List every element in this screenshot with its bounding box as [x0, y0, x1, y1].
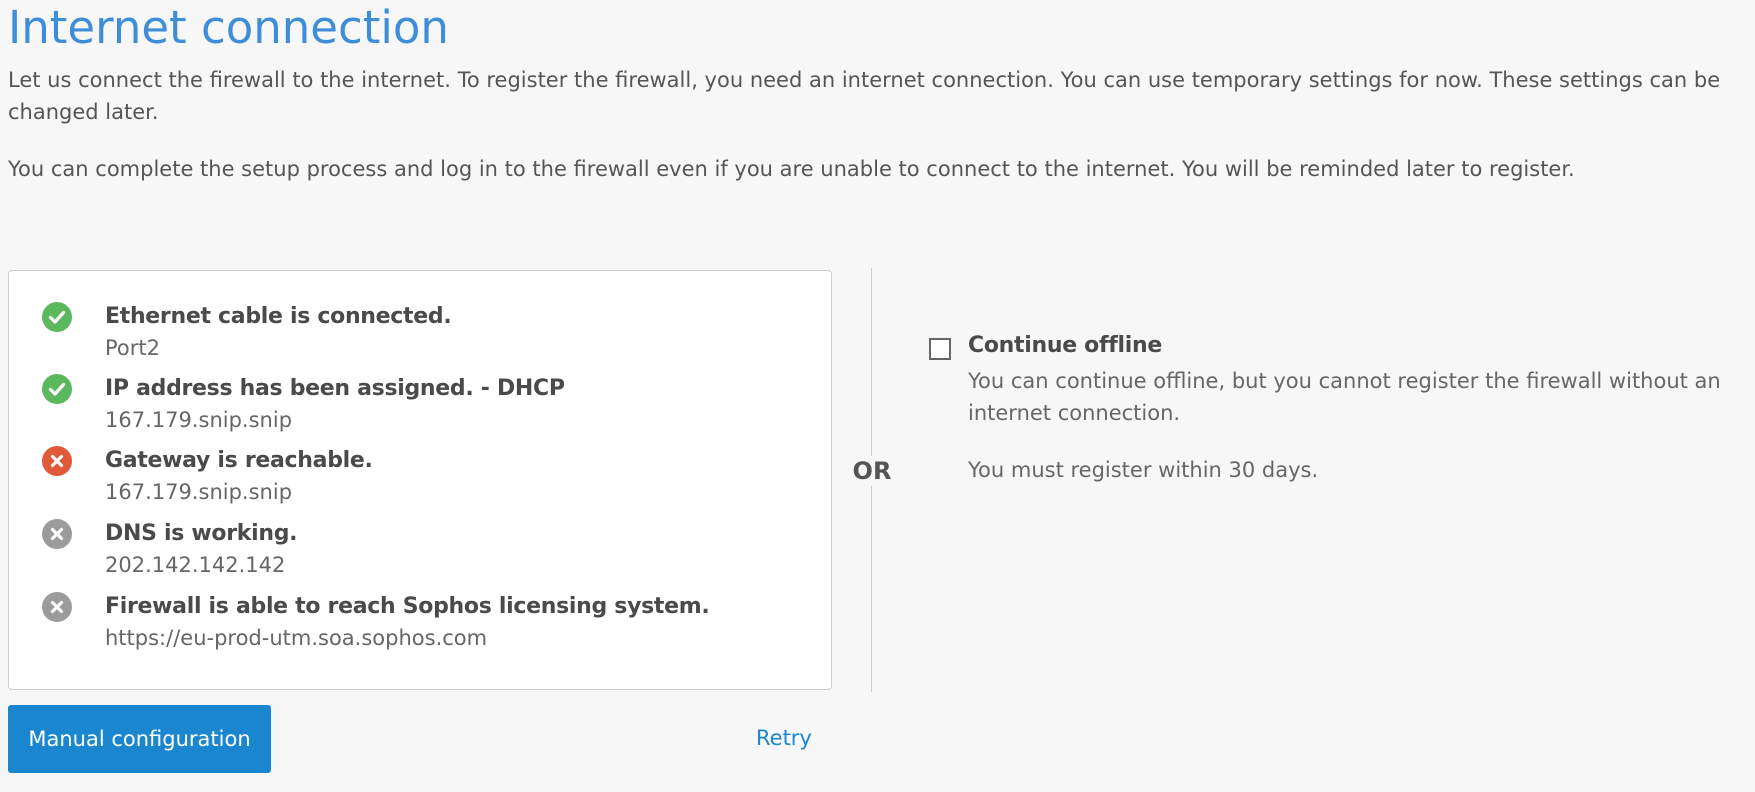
- manual-configuration-button[interactable]: Manual configuration: [8, 705, 271, 773]
- continue-offline-description: You can continue offline, but you cannot…: [968, 369, 1721, 425]
- check-title: DNS is working.: [105, 521, 298, 546]
- register-deadline-note: You must register within 30 days.: [968, 458, 1319, 482]
- check-detail: 167.179.snip.snip: [105, 480, 293, 504]
- check-detail: 167.179.snip.snip: [105, 408, 293, 432]
- continue-offline-label: Continue offline: [968, 333, 1163, 358]
- internet-connection-page: Internet connection Let us connect the f…: [0, 0, 1755, 792]
- setup-note-paragraph: You can complete the setup process and l…: [8, 157, 1575, 181]
- x-circle-icon: [42, 446, 72, 476]
- check-detail: 202.142.142.142: [105, 553, 286, 577]
- check-detail: https://eu-prod-utm.soa.sophos.com: [105, 626, 488, 650]
- check-title: Firewall is able to reach Sophos licensi…: [105, 594, 710, 619]
- check-circle-icon: [42, 302, 72, 332]
- or-separator: OR: [847, 456, 897, 486]
- check-circle-icon: [42, 374, 72, 404]
- check-title: IP address has been assigned. - DHCP: [105, 376, 565, 401]
- continue-offline-checkbox[interactable]: [929, 338, 951, 360]
- connection-status-panel: Ethernet cable is connected. Port2 IP ad…: [8, 270, 832, 690]
- retry-link[interactable]: Retry: [756, 723, 812, 753]
- x-circle-icon: [42, 519, 72, 549]
- intro-paragraph: Let us connect the firewall to the inter…: [8, 68, 1721, 124]
- x-circle-icon: [42, 592, 72, 622]
- page-title: Internet connection: [8, 1, 449, 54]
- check-detail: Port2: [105, 336, 160, 360]
- check-title: Ethernet cable is connected.: [105, 304, 452, 329]
- check-title: Gateway is reachable.: [105, 448, 373, 473]
